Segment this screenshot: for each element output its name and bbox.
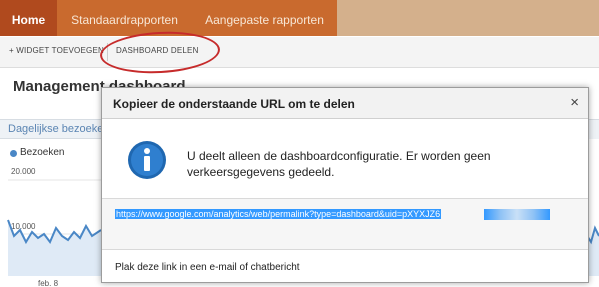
dialog-message: U deelt alleen de dashboardconfiguratie.… [187,149,491,179]
share-url-dialog: Kopieer de onderstaande URL om te delen … [101,87,589,283]
visits-line-chart [7,179,101,276]
tab-home[interactable]: Home [0,0,57,36]
x-axis-tick: feb. 8 [38,279,59,287]
url-field[interactable] [102,199,588,249]
dialog-footer-note: Plak deze link in een e-mail of chatberi… [115,262,300,273]
info-icon [128,141,166,179]
share-url-text[interactable]: https://www.google.com/analytics/web/per… [115,209,442,219]
y-axis-label-top: 20.000 [11,167,36,176]
tab-standard-reports[interactable]: Standaardrapporten [57,0,192,36]
nav-filler [337,0,599,36]
dialog-divider-bottom [102,249,588,250]
dashboard-toolbar: + WIDGET TOEVOEGEN DASHBOARD DELEN [0,37,599,68]
widget-title[interactable]: Dagelijkse bezoeken [8,123,110,135]
dialog-title: Kopieer de onderstaande URL om te delen [113,97,355,111]
close-icon[interactable]: × [570,94,579,111]
right-widget-header [588,119,599,139]
url-redacted-part [484,209,550,220]
legend-dot-icon [10,150,17,157]
tab-custom-reports[interactable]: Aangepaste rapporten [192,0,337,36]
top-navigation: Home Standaardrapporten Aangepaste rappo… [0,0,599,36]
legend-label: Bezoeken [20,147,65,158]
add-widget-button[interactable]: + WIDGET TOEVOEGEN [9,46,104,55]
